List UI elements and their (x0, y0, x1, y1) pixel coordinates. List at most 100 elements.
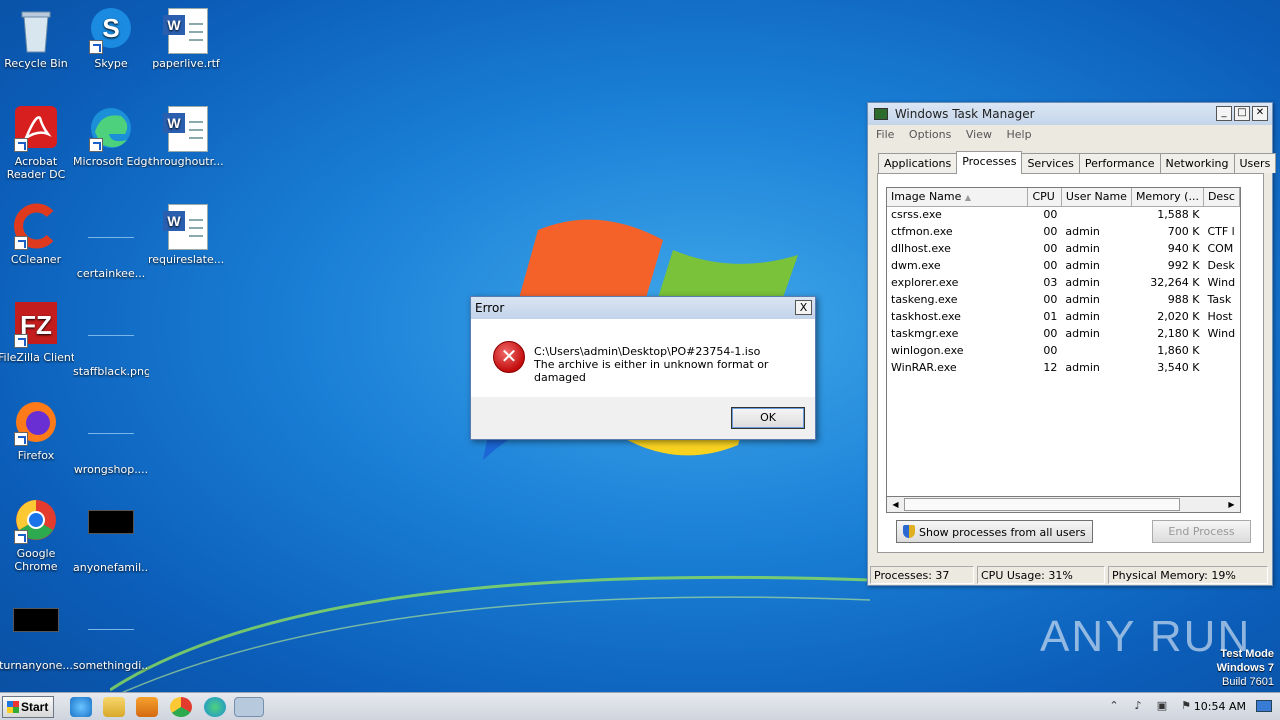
desktop-icon-skype[interactable]: S Skype (73, 6, 149, 70)
menu-view[interactable]: View (966, 128, 992, 141)
start-button[interactable]: Start (2, 696, 54, 718)
tab-services[interactable]: Services (1021, 153, 1080, 173)
process-user: admin (1065, 276, 1100, 289)
desktop-icon-turnanyone[interactable]: turnanyone... (0, 594, 74, 672)
process-user (1061, 342, 1131, 359)
process-row[interactable]: taskmgr.exe 00 admin 2,180 K Wind (887, 325, 1240, 342)
desktop-icon-anyonefamil[interactable]: anyonefamil... (73, 496, 149, 574)
process-cpu: 00 (1043, 242, 1058, 255)
file-explorer-icon[interactable] (103, 697, 125, 717)
desktop-icon-somethingdi[interactable]: somethingdi... (73, 594, 149, 672)
title-bar[interactable]: Windows Task Manager _ □ ✕ (868, 103, 1272, 125)
volume-icon[interactable]: ♪ (1132, 700, 1144, 712)
menu-options[interactable]: Options (909, 128, 951, 141)
internet-explorer-icon[interactable] (70, 697, 92, 717)
process-cpu: 12 (1043, 361, 1058, 374)
tab-processes[interactable]: Processes (956, 151, 1023, 174)
process-user: admin (1065, 242, 1100, 255)
column-header-description[interactable]: Desc (1203, 188, 1240, 207)
tab-strip: Applications Processes Services Performa… (878, 151, 1277, 174)
task-manager-window[interactable]: Windows Task Manager _ □ ✕ File Options … (867, 102, 1277, 586)
minimize-button[interactable]: _ (1216, 106, 1232, 121)
windows-flag-icon (7, 701, 19, 713)
desktop-icon-chrome[interactable]: Google Chrome (0, 496, 74, 573)
process-memory: 992 K (1167, 259, 1200, 272)
process-row[interactable]: winlogon.exe 00 1,860 K (887, 342, 1240, 359)
process-memory: 1,860 K (1157, 344, 1200, 357)
desktop-icon-label: turnanyone... (0, 659, 73, 672)
end-process-button[interactable]: End Process (1152, 520, 1251, 543)
recycle-bin-icon (12, 6, 60, 54)
dialog-title-bar[interactable]: Error X (471, 297, 815, 319)
process-memory: 32,264 K (1150, 276, 1200, 289)
show-all-processes-button[interactable]: Show processes from all users (896, 520, 1093, 543)
process-cpu: 00 (1043, 327, 1058, 340)
close-button[interactable]: ✕ (1252, 106, 1268, 121)
test-mode-notice: Test Mode Windows 7 Build 7601 (1216, 648, 1274, 688)
desktop-icon-acrobat[interactable]: Acrobat Reader DC (0, 104, 74, 181)
process-description: Wind (1207, 276, 1236, 289)
black-file-icon (12, 608, 60, 656)
desktop-icon-staffblack[interactable]: staffblack.png (73, 300, 149, 378)
desktop-icon-requireslate[interactable]: requireslate... (148, 202, 224, 266)
process-row[interactable]: dwm.exe 00 admin 992 K Desk (887, 257, 1240, 274)
status-bar: Processes: 37 CPU Usage: 31% Physical Me… (870, 566, 1270, 584)
dialog-close-button[interactable]: X (795, 300, 812, 315)
desktop-icon-paperlive[interactable]: paperlive.rtf (148, 6, 224, 70)
process-row[interactable]: ctfmon.exe 00 admin 700 K CTF l (887, 223, 1240, 240)
desktop-icon-ccleaner[interactable]: CCleaner (0, 202, 74, 266)
ccleaner-icon (12, 202, 60, 250)
column-header-memory[interactable]: Memory (... (1131, 188, 1204, 207)
desktop-icon-certainkee[interactable]: certainkee... (73, 202, 149, 280)
wallpaper-swoosh (110, 575, 870, 699)
process-row[interactable]: explorer.exe 03 admin 32,264 K Wind (887, 274, 1240, 291)
blank-file-icon (87, 216, 135, 264)
acrobat-icon (12, 104, 60, 152)
task-manager-taskbar-button[interactable] (234, 697, 264, 717)
edge-taskbar-icon[interactable] (204, 697, 226, 717)
show-desktop-icon[interactable] (1256, 700, 1272, 712)
error-text: The archive is either in unknown format … (534, 358, 769, 384)
desktop-icon-firefox[interactable]: Firefox (0, 398, 74, 462)
word-document-icon (162, 104, 210, 152)
horizontal-scrollbar[interactable]: ◀ ▶ (886, 496, 1241, 513)
scroll-left-arrow-icon[interactable]: ◀ (888, 498, 903, 511)
process-row[interactable]: taskeng.exe 00 admin 988 K Task (887, 291, 1240, 308)
chrome-taskbar-icon[interactable] (170, 697, 192, 717)
tab-networking[interactable]: Networking (1159, 153, 1235, 173)
process-row[interactable]: csrss.exe 00 1,588 K (887, 206, 1240, 223)
media-player-icon[interactable] (136, 697, 158, 717)
desktop-icon-throughoutr[interactable]: throughoutr... (148, 104, 224, 168)
action-center-flag-icon[interactable]: ⚑ (1180, 700, 1192, 712)
process-row[interactable]: taskhost.exe 01 admin 2,020 K Host (887, 308, 1240, 325)
network-icon[interactable]: ▣ (1156, 700, 1168, 712)
tray-expand-icon[interactable]: ⌃ (1108, 700, 1120, 712)
menu-file[interactable]: File (876, 128, 894, 141)
ok-button[interactable]: OK (731, 407, 805, 429)
tab-performance[interactable]: Performance (1078, 153, 1161, 173)
tab-users[interactable]: Users (1233, 153, 1277, 173)
scrollbar-thumb[interactable] (904, 498, 1180, 511)
process-list[interactable]: Image Name ▲ CPU User Name Memory (... D… (886, 187, 1241, 513)
tab-applications[interactable]: Applications (878, 153, 958, 173)
column-header-cpu[interactable]: CPU (1027, 188, 1062, 207)
error-dialog[interactable]: Error X ✕ C:\Users\admin\Desktop\PO#2375… (470, 296, 816, 440)
process-cpu: 00 (1043, 344, 1058, 357)
desktop-icon-filezilla[interactable]: FZ FileZilla Client (0, 300, 74, 364)
process-name: explorer.exe (891, 276, 959, 289)
column-header-user-name[interactable]: User Name (1061, 188, 1132, 207)
status-physical-memory: Physical Memory: 19% (1108, 566, 1268, 584)
black-file-icon (87, 510, 135, 558)
column-header-image-name[interactable]: Image Name ▲ (887, 188, 1029, 207)
process-memory: 2,020 K (1157, 310, 1200, 323)
process-row[interactable]: dllhost.exe 00 admin 940 K COM (887, 240, 1240, 257)
maximize-button[interactable]: □ (1234, 106, 1250, 121)
scroll-right-arrow-icon[interactable]: ▶ (1224, 498, 1239, 511)
desktop-icon-wrongshop[interactable]: wrongshop.... (73, 398, 149, 476)
process-row[interactable]: WinRAR.exe 12 admin 3,540 K (887, 359, 1240, 376)
clock[interactable]: 10:54 AM (1194, 700, 1246, 713)
word-document-icon (162, 6, 210, 54)
desktop-icon-edge[interactable]: Microsoft Edge (73, 104, 149, 168)
desktop-icon-recycle-bin[interactable]: Recycle Bin (0, 6, 74, 70)
menu-help[interactable]: Help (1006, 128, 1031, 141)
